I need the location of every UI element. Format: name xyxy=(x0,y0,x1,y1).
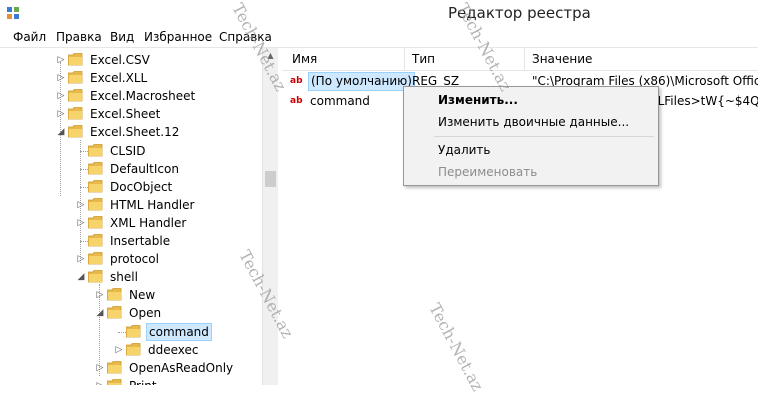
expand-arrow-icon[interactable]: ▷ xyxy=(95,359,105,377)
menu-view[interactable]: Вид xyxy=(110,30,134,44)
expand-arrow-icon[interactable]: ▷ xyxy=(114,341,124,359)
collapse-arrow-icon[interactable]: ◢ xyxy=(95,304,105,322)
scroll-thumb[interactable] xyxy=(265,171,276,187)
column-name[interactable]: Имя xyxy=(292,52,317,66)
folder-icon xyxy=(88,143,103,156)
collapse-arrow-icon[interactable]: ◢ xyxy=(76,268,86,286)
tree-item-label: Insertable xyxy=(110,234,171,248)
folder-icon xyxy=(88,252,103,265)
tree-item-label: Excel.CSV xyxy=(90,53,150,67)
menu-item-modify-binary[interactable]: Изменить двоичные данные... xyxy=(438,115,629,129)
tree-item-label: XML Handler xyxy=(110,215,187,230)
expand-arrow-icon[interactable]: ▷ xyxy=(56,51,66,69)
folder-icon xyxy=(107,360,122,374)
tree-item-label: DocObject xyxy=(110,179,173,194)
open-folder-icon xyxy=(126,324,141,337)
column-divider[interactable] xyxy=(404,48,405,70)
folder-icon xyxy=(88,161,103,174)
expand-arrow-icon[interactable]: ▷ xyxy=(76,250,86,268)
string-value-icon: ab xyxy=(290,76,303,86)
tree-item-label: Open xyxy=(129,306,162,321)
folder-icon xyxy=(88,197,103,211)
expand-arrow-icon[interactable]: ▷ xyxy=(56,105,66,123)
open-folder-icon xyxy=(107,306,122,319)
tree-item-label: HTML Handler xyxy=(110,197,195,212)
expand-arrow-icon[interactable]: ▷ xyxy=(95,286,105,304)
folder-icon xyxy=(107,378,122,385)
folder-icon xyxy=(68,53,83,66)
registry-tree[interactable]: ▷ Excel.CSV ▷ Excel.XLL ▷ Excel.Macrosheet ▷ Ex… xyxy=(0,48,262,385)
tree-item-label: CLSID xyxy=(110,143,146,158)
folder-icon xyxy=(88,215,103,229)
menu-divider xyxy=(434,136,654,137)
registry-editor-icon[interactable] xyxy=(6,6,20,20)
tree-item-label: New xyxy=(129,288,156,303)
expand-arrow-icon[interactable]: ▷ xyxy=(76,214,86,232)
folder-icon xyxy=(126,342,141,355)
tree-item-label: Excel.Sheet xyxy=(90,107,161,122)
menu-item-rename: Переименовать xyxy=(438,165,538,179)
collapse-arrow-icon[interactable]: ◢ xyxy=(56,123,66,141)
tree-item-label: OpenAsReadOnly xyxy=(129,360,234,375)
tree-item-label: protocol xyxy=(110,252,159,267)
expand-arrow-icon[interactable]: ▷ xyxy=(76,196,86,214)
menu-item-delete[interactable]: Удалить xyxy=(438,143,491,157)
open-folder-icon xyxy=(68,125,83,138)
tree-item-label: Excel.Macrosheet xyxy=(90,89,196,104)
string-value-icon: ab xyxy=(290,96,303,106)
value-name: command xyxy=(310,94,370,108)
context-menu: Изменить... Изменить двоичные данные... … xyxy=(403,86,659,186)
value-name: (По умолчанию) xyxy=(308,72,415,91)
folder-icon xyxy=(68,89,83,102)
column-value[interactable]: Значение xyxy=(532,52,592,66)
expand-arrow-icon[interactable]: ▷ xyxy=(56,87,66,105)
folder-icon xyxy=(107,288,122,301)
folder-icon xyxy=(88,179,103,193)
menu-bar: Файл Правка Вид Избранное Справка xyxy=(0,28,758,48)
title-bar: Редактор реестра xyxy=(0,0,758,28)
column-divider[interactable] xyxy=(524,48,525,70)
tree-item-label: Print xyxy=(127,377,159,385)
tree-item-label: shell xyxy=(110,270,138,285)
tree-item-label: Excel.XLL xyxy=(90,71,148,86)
folder-icon xyxy=(68,107,83,120)
menu-edit[interactable]: Правка xyxy=(56,30,102,44)
menu-item-modify[interactable]: Изменить... xyxy=(438,93,518,107)
open-folder-icon xyxy=(88,270,103,283)
tree-item-label: DefaultIcon xyxy=(110,161,179,176)
folder-icon xyxy=(68,71,83,84)
menu-favorites[interactable]: Избранное xyxy=(144,30,212,44)
folder-icon xyxy=(88,234,103,247)
value-data: ELFiles>tW{~$4Q]c xyxy=(650,94,758,108)
list-header: Имя Тип Значение xyxy=(282,48,758,71)
tree-item-label: ddeexec xyxy=(148,342,199,357)
tree-item-label: command xyxy=(146,322,212,341)
column-type[interactable]: Тип xyxy=(412,52,435,66)
expand-arrow-icon[interactable]: ▷ xyxy=(56,69,66,87)
expand-arrow-icon[interactable]: ▷ xyxy=(95,377,105,385)
tree-scrollbar[interactable]: ▲ xyxy=(262,48,278,385)
tree-item-label: Excel.Sheet.12 xyxy=(90,125,180,140)
menu-file[interactable]: Файл xyxy=(13,30,46,44)
